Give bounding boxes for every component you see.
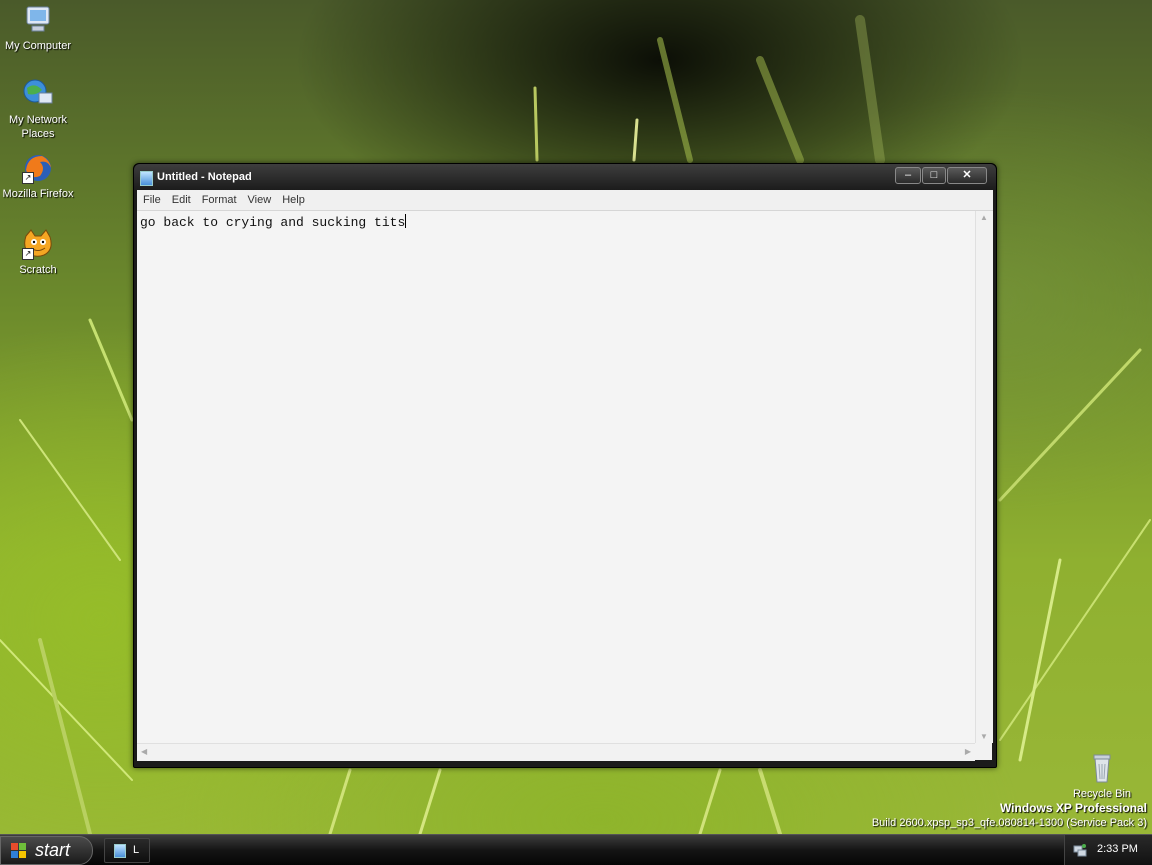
recycle-bin-icon: [1086, 752, 1118, 784]
window-title: Untitled - Notepad: [157, 171, 252, 183]
editor-text: go back to crying and sucking tits: [140, 215, 406, 230]
scroll-right-icon[interactable]: ▶: [965, 747, 971, 756]
vertical-scrollbar[interactable]: ▲ ▼: [975, 211, 993, 743]
windows-flag-icon: [11, 843, 26, 858]
shortcut-arrow-icon: ↗: [22, 172, 34, 184]
menu-bar: File Edit Format View Help: [137, 190, 993, 211]
desktop: My Computer My Network Places ↗ Mozilla …: [0, 0, 1152, 834]
text-editor[interactable]: go back to crying and sucking tits: [137, 211, 975, 743]
desktop-icon-label: My Network Places: [8, 114, 68, 140]
desktop-icon-scratch[interactable]: ↗ Scratch: [0, 228, 76, 277]
network-icon: [22, 78, 54, 110]
notepad-window[interactable]: Untitled - Notepad – □ ✕ File Edit Format V…: [133, 163, 997, 768]
scroll-left-icon[interactable]: ◀: [141, 747, 147, 756]
menu-view[interactable]: View: [242, 191, 277, 206]
horizontal-scrollbar[interactable]: ◀ ▶: [137, 743, 975, 761]
close-button[interactable]: ✕: [947, 167, 987, 184]
system-tray: 2:33 PM: [1064, 835, 1152, 865]
notepad-titlebar[interactable]: Untitled - Notepad – □ ✕: [134, 164, 996, 190]
desktop-icon-label: My Computer: [4, 40, 72, 52]
scroll-up-icon[interactable]: ▲: [980, 213, 988, 222]
desktop-icon-label: Recycle Bin: [1072, 788, 1132, 800]
taskbar: start L 2:33 PM: [0, 834, 1152, 865]
taskbar-item-notepad[interactable]: L: [104, 838, 150, 863]
start-label: start: [35, 840, 71, 860]
computer-icon: [22, 4, 54, 36]
menu-file[interactable]: File: [137, 191, 166, 206]
notepad-icon: [114, 844, 126, 858]
desktop-icon-my-network-places[interactable]: My Network Places: [0, 78, 76, 141]
scratch-cat-icon: ↗: [22, 228, 54, 260]
clock[interactable]: 2:33 PM: [1097, 843, 1138, 855]
text-caret: [405, 214, 407, 228]
menu-help[interactable]: Help: [276, 191, 310, 206]
resize-grip-icon[interactable]: [975, 743, 992, 760]
network-status-icon[interactable]: [1073, 843, 1087, 857]
desktop-icon-mozilla-firefox[interactable]: ↗ Mozilla Firefox: [0, 152, 76, 201]
taskbar-item-label: L: [133, 844, 140, 856]
scroll-down-icon[interactable]: ▼: [980, 732, 988, 741]
minimize-button[interactable]: –: [895, 167, 921, 184]
notepad-icon: [140, 171, 153, 186]
windows-edition-label: Windows XP Professional: [999, 801, 1147, 815]
desktop-icon-label: Mozilla Firefox: [2, 188, 74, 200]
desktop-icon-recycle-bin[interactable]: Recycle Bin: [1064, 752, 1140, 801]
firefox-icon: ↗: [22, 152, 54, 184]
start-button[interactable]: start: [0, 836, 93, 865]
desktop-icon-label: Scratch: [19, 264, 57, 276]
windows-build-label: Build 2600.xpsp_sp3_qfe.080814-1300 (Ser…: [871, 817, 1147, 829]
maximize-button[interactable]: □: [922, 167, 946, 184]
shortcut-arrow-icon: ↗: [22, 248, 34, 260]
menu-edit[interactable]: Edit: [166, 191, 196, 206]
desktop-icon-my-computer[interactable]: My Computer: [0, 4, 76, 53]
menu-format[interactable]: Format: [196, 191, 242, 206]
